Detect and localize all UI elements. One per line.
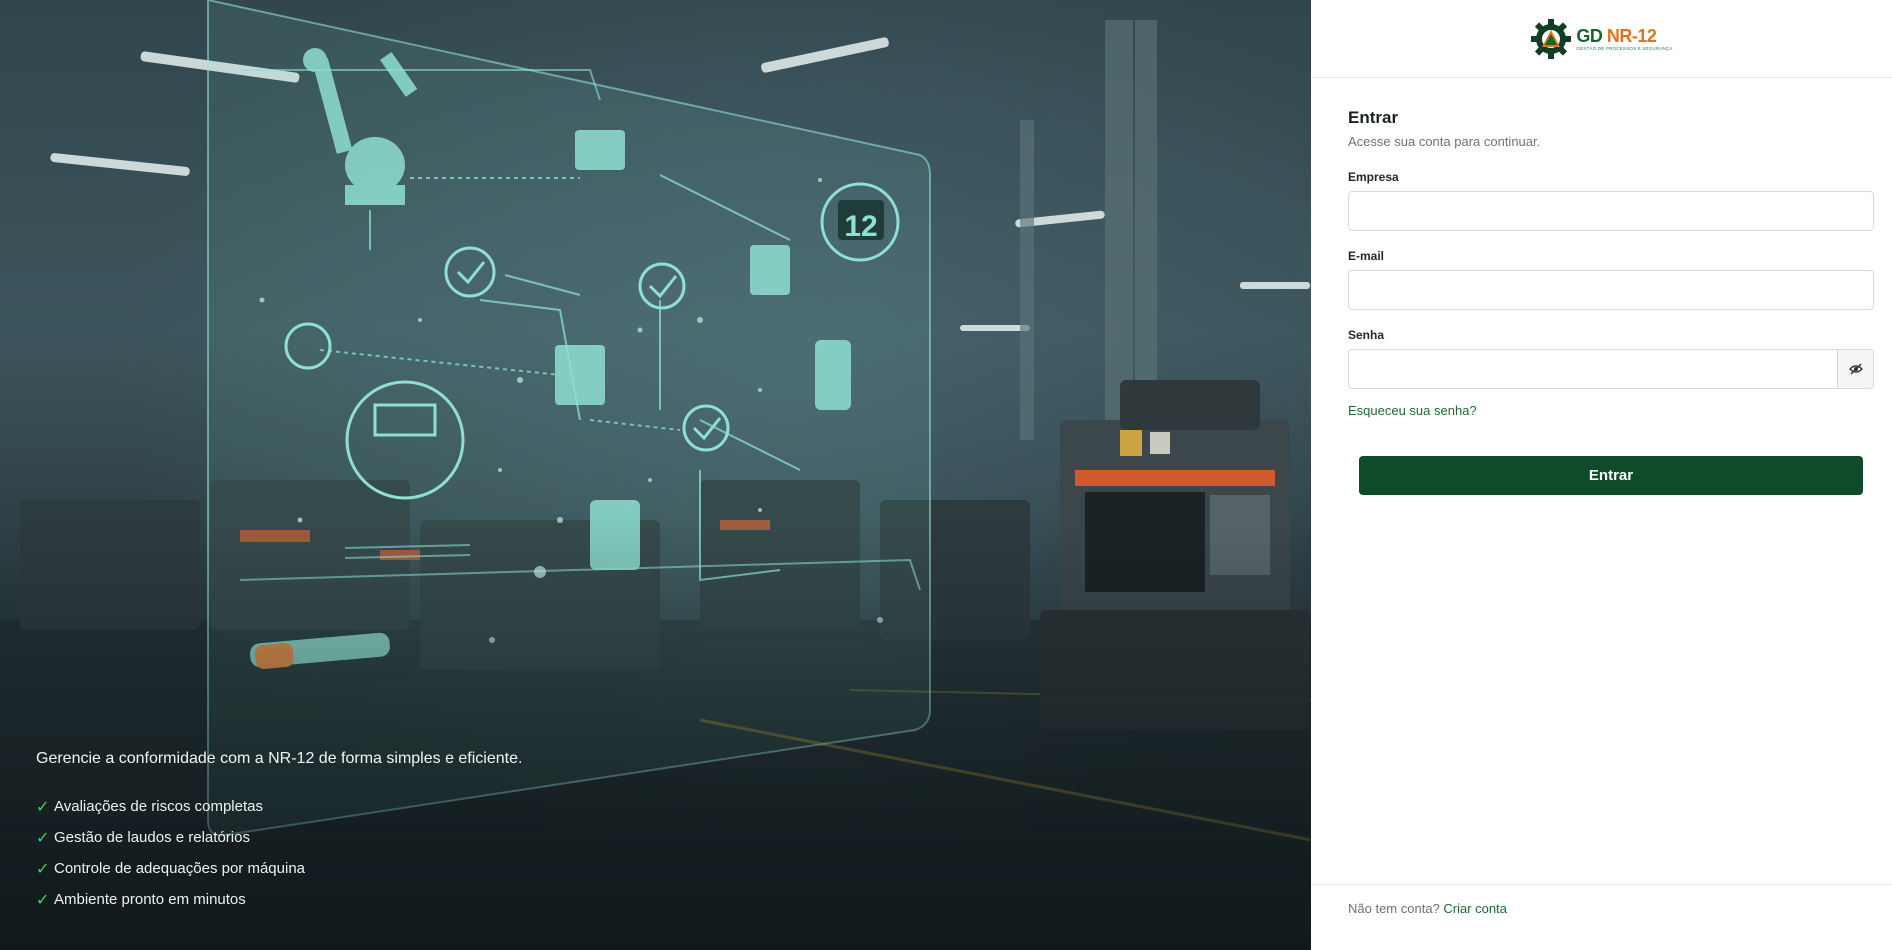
- brand-logo: GD NR-12 GESTÃO DE PROCESSOS E SEGURANÇA: [1530, 18, 1672, 60]
- panel-footer: Não tem conta? Criar conta: [1311, 884, 1892, 950]
- feature-item: ✓ Controle de adequações por máquina: [36, 853, 736, 884]
- logo-gd-text: GD: [1576, 26, 1603, 46]
- logo-nr-text: NR-12: [1606, 26, 1657, 46]
- gear-logo-icon: [1531, 18, 1572, 59]
- feature-label: Controle de adequações por máquina: [54, 860, 306, 877]
- feature-item: ✓ Avaliações de riscos completas: [36, 791, 736, 822]
- login-panel: GD NR-12 GESTÃO DE PROCESSOS E SEGURANÇA…: [1311, 0, 1892, 950]
- login-button[interactable]: Entrar: [1359, 456, 1863, 495]
- password-label: Senha: [1348, 328, 1385, 342]
- feature-label: Ambiente pronto em minutos: [54, 891, 246, 908]
- feature-label: Avaliações de riscos completas: [54, 798, 263, 815]
- password-field-group: Senha: [1348, 328, 1874, 389]
- panel-header: GD NR-12 GESTÃO DE PROCESSOS E SEGURANÇA: [1311, 0, 1892, 78]
- form-subtitle: Acesse sua conta para continuar.: [1348, 134, 1541, 149]
- logo-wordmark: GD NR-12 GESTÃO DE PROCESSOS E SEGURANÇA: [1576, 26, 1672, 51]
- toggle-password-button[interactable]: [1837, 350, 1873, 388]
- login-form: Entrar Acesse sua conta para continuar. …: [1348, 108, 1874, 495]
- create-account-link[interactable]: Criar conta: [1443, 901, 1507, 916]
- feature-label: Gestão de laudos e relatórios: [54, 829, 250, 846]
- email-label: E-mail: [1348, 249, 1385, 263]
- check-icon: ✓: [36, 829, 50, 847]
- check-icon: ✓: [36, 891, 50, 909]
- hero-headline: Gerencie a conformidade com a NR-12 de f…: [36, 750, 523, 767]
- password-input[interactable]: [1348, 349, 1874, 389]
- password-wrapper: [1348, 349, 1874, 389]
- email-input[interactable]: [1348, 270, 1874, 310]
- form-title: Entrar: [1348, 108, 1399, 127]
- feature-item: ✓ Gestão de laudos e relatórios: [36, 822, 736, 853]
- hero-text: Gerencie a conformidade com a NR-12 de f…: [36, 749, 736, 915]
- hero-panel: 12 Gerencie a conformidade com a NR-12 d…: [0, 0, 1311, 950]
- logo-tagline: GESTÃO DE PROCESSOS E SEGURANÇA: [1576, 46, 1673, 51]
- company-label: Empresa: [1348, 170, 1399, 184]
- feature-item: ✓ Ambiente pronto em minutos: [36, 884, 736, 915]
- signup-prompt: Não tem conta?: [1348, 901, 1440, 916]
- eye-slash-icon: [1848, 363, 1863, 375]
- check-icon: ✓: [36, 860, 50, 878]
- check-icon: ✓: [36, 798, 50, 816]
- forgot-password-link[interactable]: Esqueceu sua senha?: [1348, 403, 1477, 418]
- company-input[interactable]: [1348, 191, 1874, 231]
- email-field-group: E-mail: [1348, 249, 1874, 310]
- feature-list: ✓ Avaliações de riscos completas ✓ Gestã…: [36, 791, 736, 915]
- company-field-group: Empresa: [1348, 170, 1874, 231]
